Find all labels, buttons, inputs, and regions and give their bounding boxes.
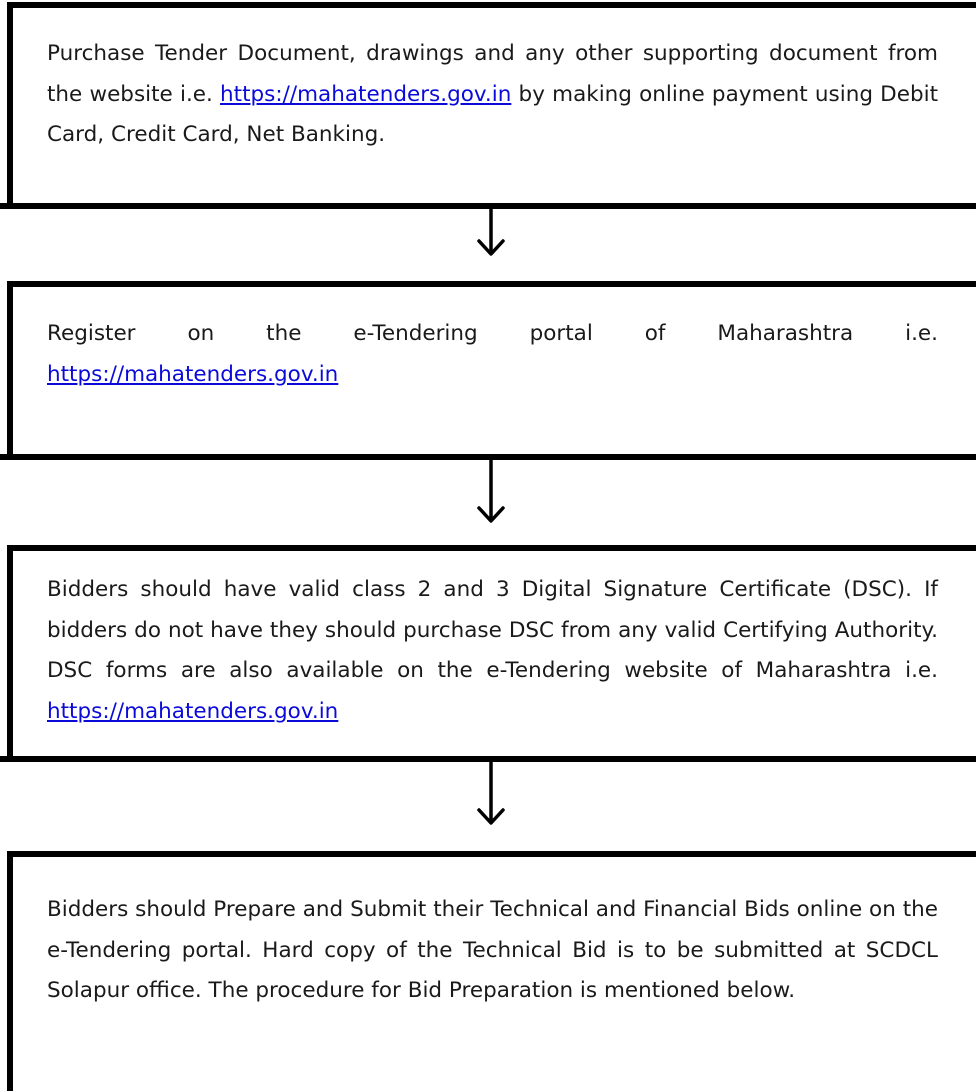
step-1-box: Purchase Tender Document, drawings and a… — [7, 2, 976, 205]
step-2-line-2: https://mahatenders.gov.in — [47, 355, 938, 396]
mahatenders-link-2[interactable]: https://mahatenders.gov.in — [47, 362, 338, 387]
step-4-box: Bidders should Prepare and Submit their … — [7, 851, 976, 1091]
step-3-text: Bidders should have valid class 2 and 3 … — [47, 577, 938, 724]
step-2-box: Register on the e-Tendering portal of Ma… — [7, 281, 976, 456]
mahatenders-link-3[interactable]: https://mahatenders.gov.in — [47, 699, 338, 724]
mahatenders-link-1[interactable]: https://mahatenders.gov.in — [220, 82, 511, 107]
step-2-line-1: Register on the e-Tendering portal of Ma… — [47, 321, 938, 346]
down-arrow-icon — [477, 762, 505, 825]
step-1-text: Purchase Tender Document, drawings and a… — [47, 41, 938, 147]
step-3-box: Bidders should have valid class 2 and 3 … — [7, 545, 976, 758]
down-arrow-icon — [477, 460, 505, 523]
down-arrow-icon — [477, 209, 505, 256]
step-4-text: Bidders should Prepare and Submit their … — [47, 897, 938, 1003]
